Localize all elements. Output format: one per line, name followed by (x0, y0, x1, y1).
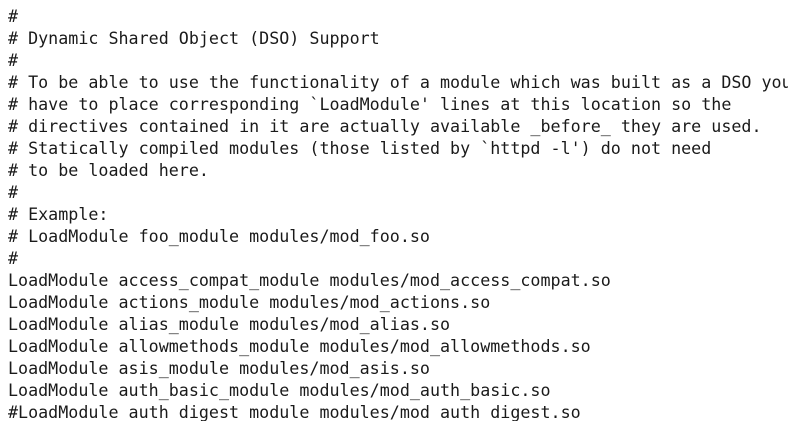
commented-directive-line: #LoadModule auth_digest_module modules/m… (8, 402, 581, 421)
directive-line: LoadModule access_compat_module modules/… (8, 270, 611, 290)
config-text-view[interactable]: # # Dynamic Shared Object (DSO) Support … (0, 0, 788, 421)
comment-line: # Example: (8, 204, 109, 224)
directive-line: LoadModule asis_module modules/mod_asis.… (8, 358, 430, 378)
directive-line: LoadModule allowmethods_module modules/m… (8, 336, 591, 356)
comment-line: # to be loaded here. (8, 160, 209, 180)
code-lines: # # Dynamic Shared Object (DSO) Support … (8, 5, 788, 421)
comment-line: # have to place corresponding `LoadModul… (8, 94, 732, 114)
comment-line: # (8, 6, 19, 26)
comment-line: # Statically compiled modules (those lis… (8, 138, 712, 158)
comment-line: # LoadModule foo_module modules/mod_foo.… (8, 226, 430, 246)
comment-line: # directives contained in it are actuall… (8, 116, 762, 136)
comment-line: # (8, 182, 19, 202)
comment-line: # (8, 248, 19, 268)
comment-line: # To be able to use the functionality of… (8, 72, 788, 92)
directive-line: LoadModule alias_module modules/mod_alia… (8, 314, 451, 334)
comment-line: # Dynamic Shared Object (DSO) Support (8, 28, 380, 48)
comment-line: # (8, 50, 19, 70)
directive-line: LoadModule auth_basic_module modules/mod… (8, 380, 551, 400)
directive-line: LoadModule actions_module modules/mod_ac… (8, 292, 491, 312)
